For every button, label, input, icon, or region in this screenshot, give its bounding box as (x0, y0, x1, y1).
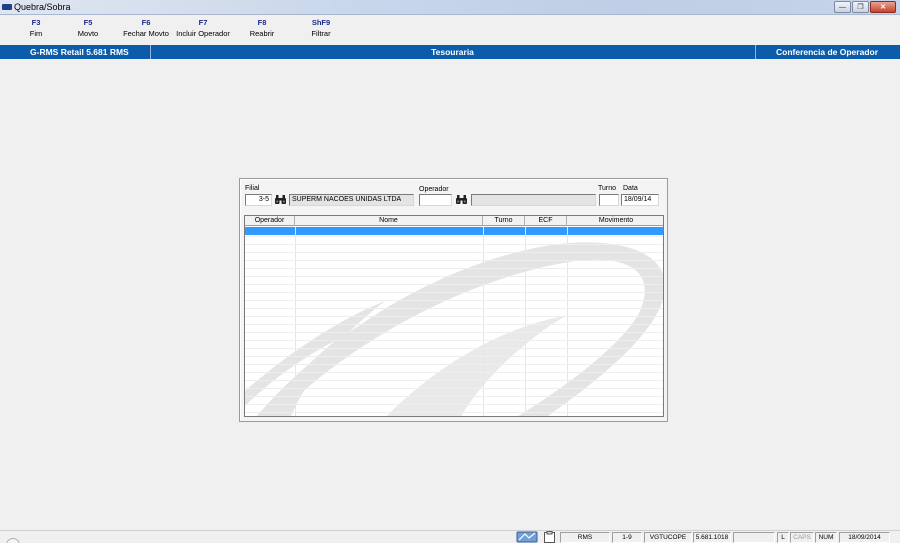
status-bar: RMS 1-9 VGTUCOPE 5.681.1018 L CAPS NUM 1… (0, 530, 900, 543)
fkey-label: Movto (77, 29, 99, 38)
fim-button[interactable]: F3 Fim (25, 18, 47, 39)
column-ecf[interactable]: ECF (525, 216, 567, 226)
status-caps: CAPS (790, 532, 814, 543)
close-icon: ✕ (880, 4, 886, 11)
grid-row-line (245, 372, 663, 373)
restore-button[interactable]: ❐ (852, 1, 869, 13)
movto-button[interactable]: F5 Movto (74, 18, 102, 39)
fkey-code: ShF9 (311, 18, 331, 27)
fkey-label: Fechar Movto (123, 29, 169, 38)
module-header-bar: G-RMS Retail 5.681 RMS Tesouraria Confer… (0, 45, 900, 59)
turno-input[interactable] (599, 194, 619, 206)
grid-row-line (245, 300, 663, 301)
column-movimento[interactable]: Movimento (567, 216, 663, 226)
title-bar: Quebra/Sobra — ❐ ✕ (0, 0, 900, 15)
function-key-toolbar: F3 Fim F5 Movto F6 Fechar Movto F7 Inclu… (0, 16, 900, 43)
restore-icon: ❐ (857, 4, 864, 11)
orb-icon (6, 538, 20, 543)
operators-grid[interactable]: Operador Nome Turno ECF Movimento (244, 215, 664, 417)
fkey-label: Incluir Operador (176, 29, 230, 38)
column-operador[interactable]: Operador (245, 216, 295, 226)
grid-row-line (245, 284, 663, 285)
status-system: RMS (560, 532, 610, 543)
grid-row-line (245, 244, 663, 245)
data-label: Data (623, 185, 638, 192)
grid-row-line (245, 412, 663, 413)
selected-row[interactable] (245, 227, 663, 235)
status-num: NUM (815, 532, 837, 543)
filial-label: Filial (245, 185, 260, 192)
app-icon (2, 4, 12, 10)
fkey-label: Reabrir (249, 29, 275, 38)
fkey-label: Filtrar (311, 29, 331, 38)
window-title: Quebra/Sobra (14, 2, 71, 12)
grid-row-line (245, 332, 663, 333)
status-date: 18/09/2014 (839, 532, 890, 543)
filial-name-field: SUPERM NACOES UNIDAS LTDA (289, 194, 414, 206)
screen-title: Conferencia de Operador (775, 47, 879, 57)
fkey-code: F3 (31, 18, 41, 27)
status-blank (733, 532, 775, 543)
minimize-icon: — (839, 3, 846, 11)
status-l: L (777, 532, 789, 543)
grid-row-line (245, 276, 663, 277)
fkey-code: F5 (83, 18, 93, 27)
grid-row-line (245, 348, 663, 349)
grid-row-line (245, 404, 663, 405)
data-input[interactable]: 18/09/14 (621, 194, 659, 206)
status-company: 1-9 (612, 532, 642, 543)
minimize-button[interactable]: — (834, 1, 851, 13)
grid-row-line (245, 292, 663, 293)
grid-row-line (245, 316, 663, 317)
fkey-code: F6 (141, 18, 151, 27)
grid-row-line (245, 268, 663, 269)
operador-name-field (471, 194, 596, 206)
filial-input[interactable]: 3-5 (245, 194, 272, 206)
fechar-movto-button[interactable]: F6 Fechar Movto (121, 18, 171, 39)
grid-row-line (245, 324, 663, 325)
turno-label: Turno (598, 185, 617, 192)
fkey-code: F8 (257, 18, 267, 27)
grid-row-line (245, 380, 663, 381)
grid-header: Operador Nome Turno ECF Movimento (245, 216, 663, 226)
grid-row-line (245, 356, 663, 357)
product-version: G-RMS Retail 5.681 RMS (30, 47, 129, 57)
reabrir-button[interactable]: F8 Reabrir (247, 18, 277, 39)
grid-row-line (245, 364, 663, 365)
window-controls: — ❐ ✕ (834, 1, 896, 13)
filtrar-button[interactable]: ShF9 Filtrar (308, 18, 334, 39)
status-version: 5.681.1018 (693, 532, 731, 543)
grid-row-line (245, 340, 663, 341)
column-nome[interactable]: Nome (295, 216, 483, 226)
clipboard-icon (544, 531, 555, 543)
close-button[interactable]: ✕ (870, 1, 896, 13)
grid-row-line (245, 308, 663, 309)
grid-row-line (245, 396, 663, 397)
column-turno[interactable]: Turno (483, 216, 525, 226)
status-program: VGTUCOPE (644, 532, 692, 543)
binoculars-icon[interactable] (275, 195, 286, 204)
grid-row-line (245, 236, 663, 237)
conference-panel: Filial 3-5 SUPERM NACOES UNIDAS LTDA Ope… (239, 178, 668, 422)
operador-label: Operador (419, 186, 449, 193)
fkey-label: Fim (29, 29, 43, 38)
fkey-code: F7 (198, 18, 208, 27)
module-title: Tesouraria (431, 47, 474, 57)
incluir-operador-button[interactable]: F7 Incluir Operador (172, 18, 234, 39)
operador-input[interactable] (419, 194, 452, 206)
binoculars-icon[interactable] (456, 195, 467, 204)
grid-row-line (245, 252, 663, 253)
grid-row-line (245, 388, 663, 389)
network-icon (516, 531, 538, 543)
grid-row-line (245, 260, 663, 261)
